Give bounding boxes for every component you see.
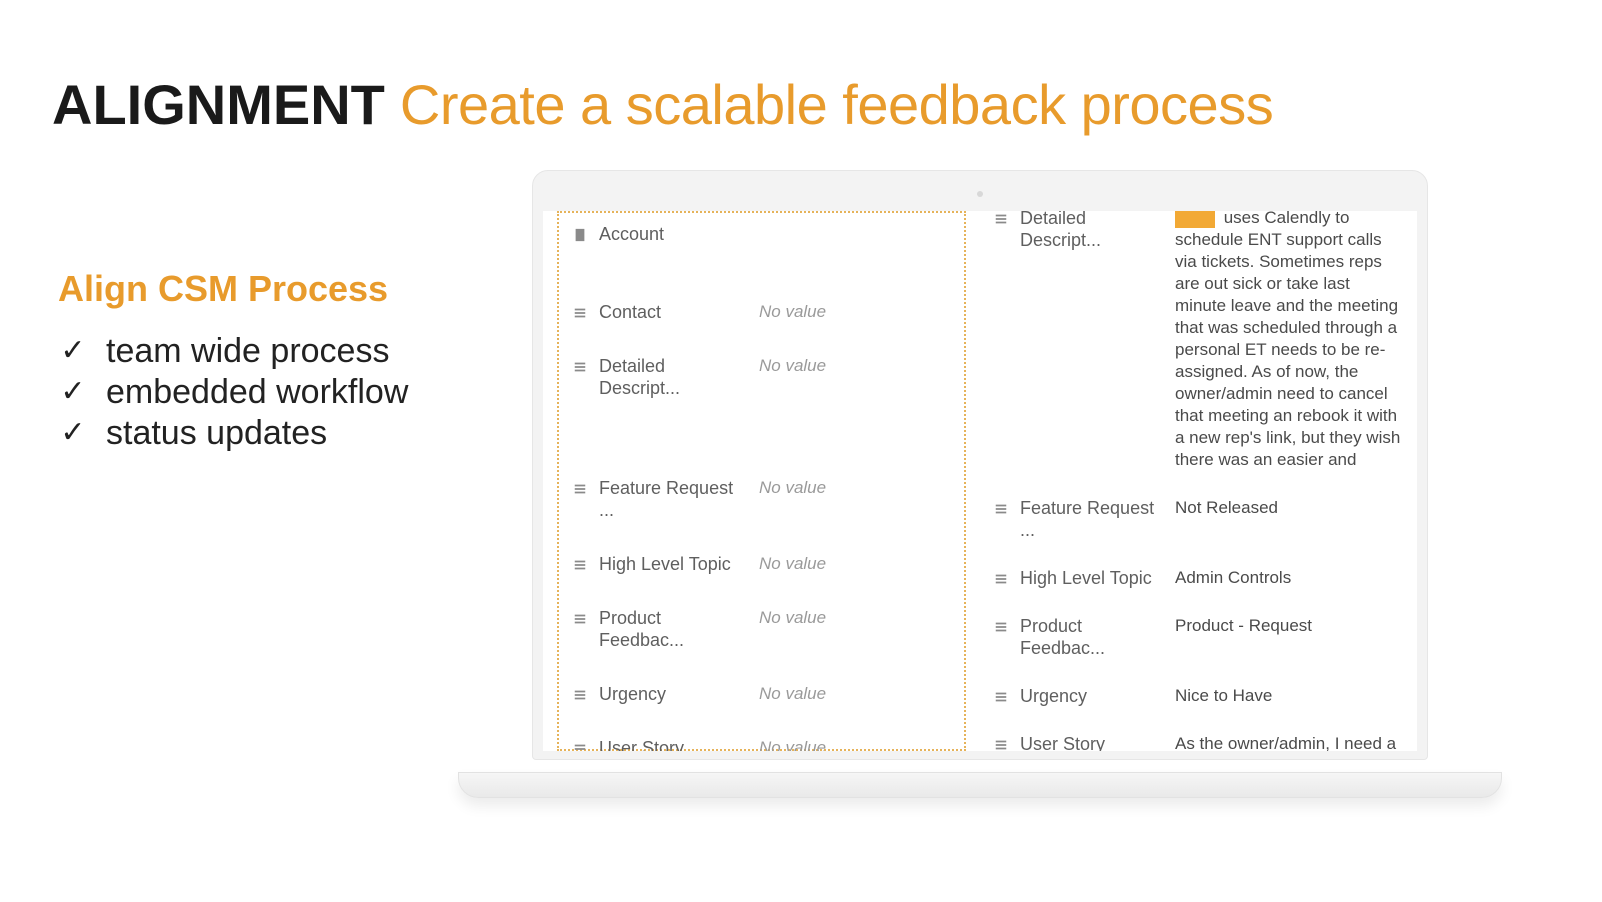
field-value: As the owner/admin, I need a way to seam…: [1175, 733, 1403, 751]
building-icon-wrap: [573, 223, 589, 245]
form-field: Detailed Descript... uses Calendly to sc…: [994, 211, 1403, 471]
list-icon-wrap: [994, 211, 1010, 229]
list-icon-wrap: [573, 301, 589, 323]
field-label: Detailed Descript...: [1020, 211, 1165, 251]
list-icon-wrap: [994, 567, 1010, 589]
check-icon: ✓: [58, 416, 88, 451]
field-value: No value: [759, 607, 950, 629]
form-field: Feature Request ... No value: [573, 477, 950, 521]
field-value: No value: [759, 301, 950, 323]
form-field: High Level Topic Admin Controls: [994, 567, 1403, 589]
field-label: Product Feedbac...: [599, 607, 749, 651]
check-item: ✓ team wide process: [58, 332, 518, 371]
checklist: ✓ team wide process ✓ embedded workflow ✓ s…: [58, 332, 518, 453]
form-field: User Story No value: [573, 737, 950, 751]
field-value: No value: [759, 683, 950, 705]
list-icon: [994, 688, 1008, 704]
field-label: Product Feedbac...: [1020, 615, 1165, 659]
list-icon: [573, 556, 587, 572]
list-icon: [994, 500, 1008, 516]
list-icon-wrap: [994, 733, 1010, 751]
form-panel-filled: Detailed Descript... uses Calendly to sc…: [980, 211, 1417, 751]
field-label: Feature Request ...: [1020, 497, 1165, 541]
form-panel-empty: AccountContactNo valueDetailed Descript.…: [543, 211, 980, 751]
list-icon-wrap: [573, 477, 589, 499]
form-field: Feature Request ... Not Released: [994, 497, 1403, 541]
field-label: Feature Request ...: [599, 477, 749, 521]
list-icon: [573, 304, 587, 320]
list-icon-wrap: [994, 685, 1010, 707]
camera-dot: [977, 191, 983, 197]
list-icon: [994, 736, 1008, 751]
redacted-block: [1175, 211, 1215, 228]
form-field: Account: [573, 223, 950, 245]
list-icon: [573, 610, 587, 626]
field-label: Detailed Descript...: [599, 355, 749, 399]
field-label: Urgency: [1020, 685, 1165, 707]
field-value: No value: [759, 477, 950, 499]
list-icon-wrap: [573, 553, 589, 575]
laptop-body: AccountContactNo valueDetailed Descript.…: [532, 170, 1428, 760]
field-value: No value: [759, 737, 950, 751]
form-field: Product Feedbac... No value: [573, 607, 950, 651]
left-content: Align CSM Process ✓ team wide process ✓ em…: [58, 268, 518, 455]
laptop-mockup: AccountContactNo valueDetailed Descript.…: [532, 170, 1428, 790]
field-value: No value: [759, 553, 950, 575]
list-icon: [573, 358, 587, 374]
form-field: Detailed Descript... No value: [573, 355, 950, 399]
field-label: Account: [599, 223, 749, 245]
field-label: High Level Topic: [599, 553, 749, 575]
field-label: Urgency: [599, 683, 749, 705]
slide-title: ALIGNMENT Create a scalable feedback pro…: [52, 72, 1273, 137]
check-item: ✓ embedded workflow: [58, 373, 518, 412]
field-label: User Story: [599, 737, 749, 751]
field-label: High Level Topic: [1020, 567, 1165, 589]
list-icon: [573, 740, 587, 751]
form-field: Product Feedbac... Product - Request: [994, 615, 1403, 659]
check-item: ✓ status updates: [58, 414, 518, 453]
screen: AccountContactNo valueDetailed Descript.…: [543, 211, 1417, 751]
list-icon: [994, 570, 1008, 586]
check-icon: ✓: [58, 334, 88, 369]
check-label: team wide process: [106, 332, 389, 371]
field-value: Nice to Have: [1175, 685, 1403, 707]
list-icon: [994, 618, 1008, 634]
slide-title-bold: ALIGNMENT: [52, 73, 385, 136]
slide-title-rest: Create a scalable feedback process: [385, 73, 1273, 136]
form-field: Urgency No value: [573, 683, 950, 705]
field-value: Admin Controls: [1175, 567, 1403, 589]
list-icon-wrap: [573, 737, 589, 751]
list-icon: [573, 686, 587, 702]
field-label: User Story: [1020, 733, 1165, 751]
form-field: High Level Topic No value: [573, 553, 950, 575]
field-value: Not Released: [1175, 497, 1403, 519]
list-icon-wrap: [573, 683, 589, 705]
field-label: Contact: [599, 301, 749, 323]
building-icon: [573, 226, 587, 242]
list-icon: [573, 480, 587, 496]
check-icon: ✓: [58, 375, 88, 410]
list-icon-wrap: [994, 497, 1010, 519]
field-value: Product - Request: [1175, 615, 1403, 637]
form-field: Contact No value: [573, 301, 950, 323]
check-label: status updates: [106, 414, 327, 453]
field-value: No value: [759, 355, 950, 377]
laptop-base: [458, 772, 1502, 798]
form-field: Urgency Nice to Have: [994, 685, 1403, 707]
list-icon-wrap: [573, 355, 589, 377]
field-value: uses Calendly to schedule ENT support ca…: [1175, 211, 1403, 471]
check-label: embedded workflow: [106, 373, 408, 412]
list-icon-wrap: [994, 615, 1010, 637]
list-icon: [994, 211, 1008, 226]
subhead: Align CSM Process: [58, 268, 518, 310]
list-icon-wrap: [573, 607, 589, 629]
field-value-text: uses Calendly to schedule ENT support ca…: [1175, 211, 1400, 469]
form-field: User Story As the owner/admin, I need a w…: [994, 733, 1403, 751]
